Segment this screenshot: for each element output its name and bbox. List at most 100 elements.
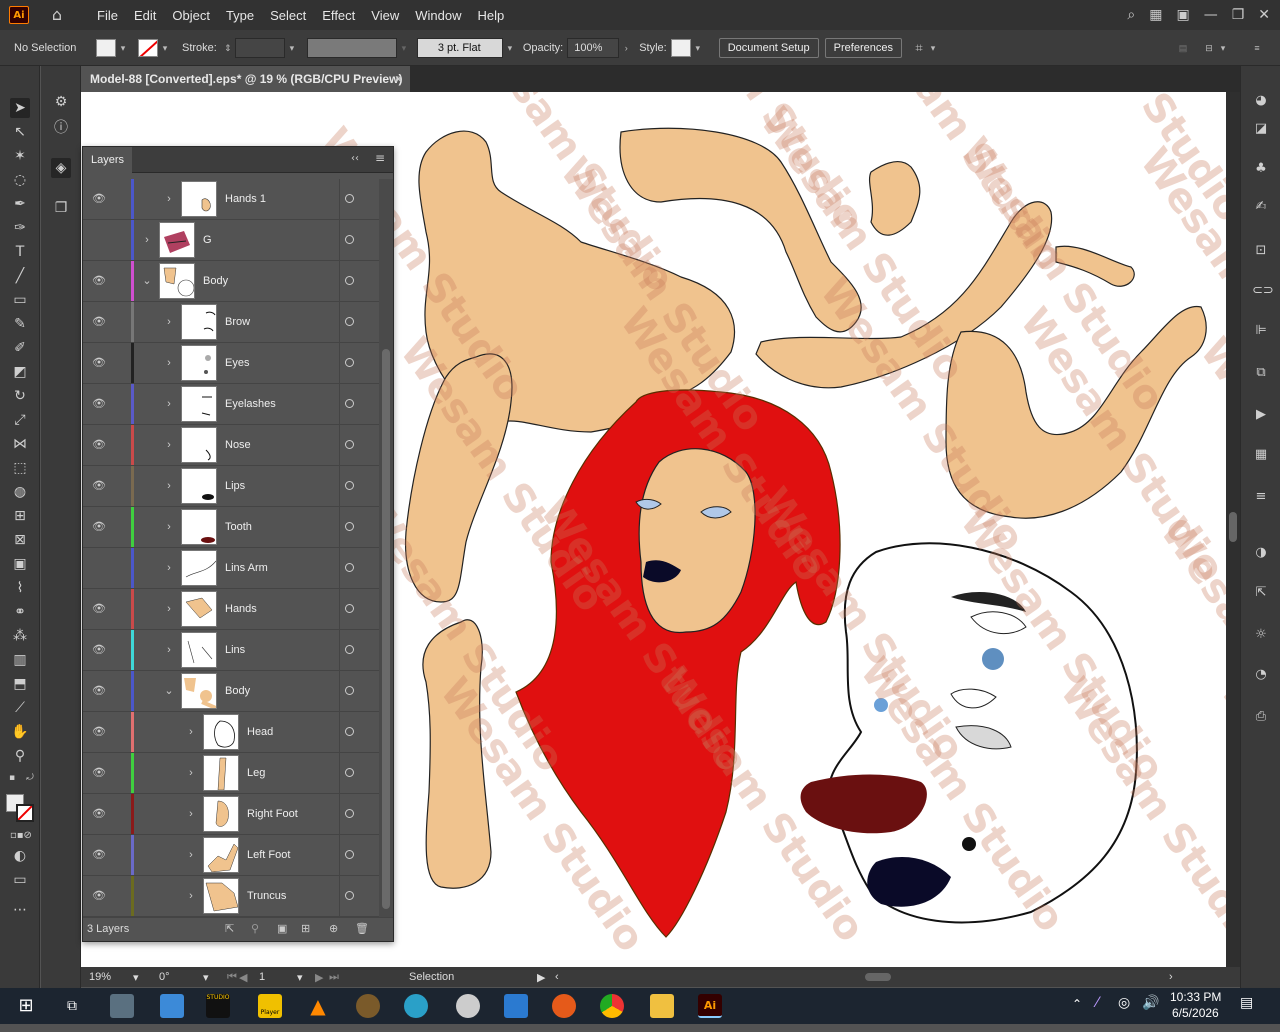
layer-row[interactable]: 👁 › Tooth [83,507,379,548]
more-tools-icon[interactable]: ⋯ [10,900,30,920]
width-tool-icon[interactable]: ⋈ [10,434,30,454]
paint-app-icon[interactable] [160,994,184,1018]
create-sublayer-icon[interactable]: ⊞ [301,922,310,935]
network-icon[interactable]: ◎ [1118,995,1130,1011]
layers-scroll-thumb[interactable] [382,349,390,909]
stroke-weight-stepper[interactable]: ⇕ [221,39,235,57]
type-tool-icon[interactable]: T [10,242,30,262]
canvas-horizontal-scrollbar[interactable] [575,971,1165,983]
layer-row[interactable]: 👁 › Head [83,712,379,753]
layer-target-icon[interactable] [345,358,354,367]
profile-dropdown-icon[interactable]: ▾ [397,39,411,57]
illustrator-app-icon[interactable]: Ai [698,994,722,1018]
gimp-app-icon[interactable] [356,994,380,1018]
chrome-app-icon[interactable] [600,994,624,1018]
home-icon[interactable]: ⌂ [47,5,67,25]
hscroll-thumb[interactable] [865,973,891,981]
inkscape-app-icon[interactable] [404,994,428,1018]
eraser-tool-icon[interactable]: ◩ [10,362,30,382]
chevron-right-icon[interactable]: › [163,396,175,412]
paintbrush-tool-icon[interactable]: ✎ [10,314,30,334]
layer-name[interactable]: Leg [247,753,265,794]
scale-tool-icon[interactable]: ⤢ [10,410,30,430]
status-menu-icon[interactable]: ▶ [537,971,555,984]
transform-panel-icon[interactable]: ⊡ [1252,242,1270,260]
create-new-layer-icon[interactable]: ⊕ [329,922,338,935]
color-mode-icon[interactable]: ▫▪⊘ [10,826,32,846]
canvas-vertical-scrollbar[interactable] [1226,92,1240,967]
rotation-dropdown-icon[interactable]: ▾ [203,971,227,984]
chevron-right-icon[interactable]: › [163,437,175,453]
menu-view[interactable]: View [363,8,407,23]
show-hidden-icons[interactable]: ⌃ [1072,997,1082,1011]
chevron-right-icon[interactable]: › [163,478,175,494]
fill-swatch[interactable] [96,38,116,57]
layer-target-icon[interactable] [345,604,354,613]
menu-window[interactable]: Window [407,8,469,23]
chevron-right-icon[interactable]: › [185,806,197,822]
layer-name[interactable]: Hands [225,589,257,630]
stroke-swatch[interactable] [138,38,158,57]
photos-app-icon[interactable] [110,994,134,1018]
chevron-right-icon[interactable]: › [185,765,197,781]
layer-target-icon[interactable] [345,276,354,285]
layers-scrollbar[interactable] [379,179,393,917]
hand-tool-icon[interactable]: ✋ [10,722,30,742]
pen-tray-icon[interactable]: ⁄ [1096,995,1098,1011]
shape-builder-tool-icon[interactable]: ◍ [10,482,30,502]
visibility-eye-icon[interactable]: 👁 [91,519,107,535]
clock-date[interactable]: 6/5/2026 [1172,1006,1219,1020]
visibility-eye-icon[interactable]: 👁 [91,478,107,494]
eyedropper-tool-icon[interactable]: ⌇ [10,578,30,598]
magic-wand-tool-icon[interactable]: ✶ [10,146,30,166]
curvature-tool-icon[interactable]: ✑ [10,218,30,238]
opacity-arrow-icon[interactable]: › [619,39,633,57]
color-panel-icon[interactable]: ◕ [1252,92,1270,110]
blob-brush-tool-icon[interactable]: ✐ [10,338,30,358]
layer-name[interactable]: Tooth [225,507,252,548]
layer-name[interactable]: Eyes [225,343,249,384]
visibility-eye-icon[interactable]: 👁 [91,683,107,699]
fill-dropdown-icon[interactable]: ▾ [116,39,130,57]
chevron-right-icon[interactable]: › [185,847,197,863]
close-icon[interactable]: ✕ [1258,7,1270,23]
style-swatch[interactable] [670,38,691,57]
visibility-eye-icon[interactable]: 👁 [91,724,107,740]
rotate-tool-icon[interactable]: ↻ [10,386,30,406]
align-panel-icon[interactable]: ⊫ [1252,322,1270,340]
zoom-dropdown-icon[interactable]: ▾ [133,971,151,984]
layer-target-icon[interactable] [345,194,354,203]
links-panel-icon[interactable]: ⊂⊃ [1252,282,1274,300]
player-app-icon[interactable]: Player [258,994,282,1018]
symbols-panel-icon[interactable]: ♣ [1252,160,1270,178]
locate-object-icon[interactable]: ⚲ [251,922,259,935]
arrange-documents-icon[interactable]: ⌗ [912,39,926,57]
stroke-weight-field[interactable] [234,37,285,58]
document-tab[interactable]: Model-88 [Converted].eps* @ 19 % (RGB/CP… [80,66,410,92]
visibility-eye-icon[interactable] [91,232,107,248]
layer-name[interactable]: Hands 1 [225,179,266,220]
align-icon[interactable]: ▤ [1176,39,1190,57]
variable-width-profile[interactable] [306,37,397,58]
menu-edit[interactable]: Edit [126,8,164,23]
transform-dropdown-icon[interactable]: ▾ [1216,39,1230,57]
symbol-sprayer-tool-icon[interactable]: ⁂ [10,626,30,646]
vlc-app-icon[interactable]: ▲ [306,994,330,1018]
studio-app-icon[interactable]: STUDIO [206,994,230,1018]
chevron-right-icon[interactable]: › [185,724,197,740]
pathfinder-panel-icon[interactable]: ⧉ [1252,364,1270,382]
chevron-right-icon[interactable]: › [163,601,175,617]
hscroll-right-icon[interactable]: › [1169,971,1173,983]
chevron-right-icon[interactable]: › [163,560,175,576]
menu-select[interactable]: Select [262,8,314,23]
stroke-panel-icon[interactable]: ≡ [1252,488,1270,506]
chevron-right-icon[interactable]: › [163,191,175,207]
artboard-dropdown-icon[interactable]: ▾ [297,971,315,984]
swap-colors-icon[interactable]: ⤾ [24,772,36,784]
export-panel-icon[interactable]: ⇱ [1252,584,1270,602]
stroke-dropdown-icon[interactable]: ▾ [158,39,172,57]
chevron-down-icon[interactable]: ⌄ [163,683,175,699]
windows-start-icon[interactable]: ⊞ [14,994,38,1018]
layers-panel-icon[interactable]: ◈ [51,158,71,178]
layer-row[interactable]: 👁 › Left Foot [83,835,379,876]
